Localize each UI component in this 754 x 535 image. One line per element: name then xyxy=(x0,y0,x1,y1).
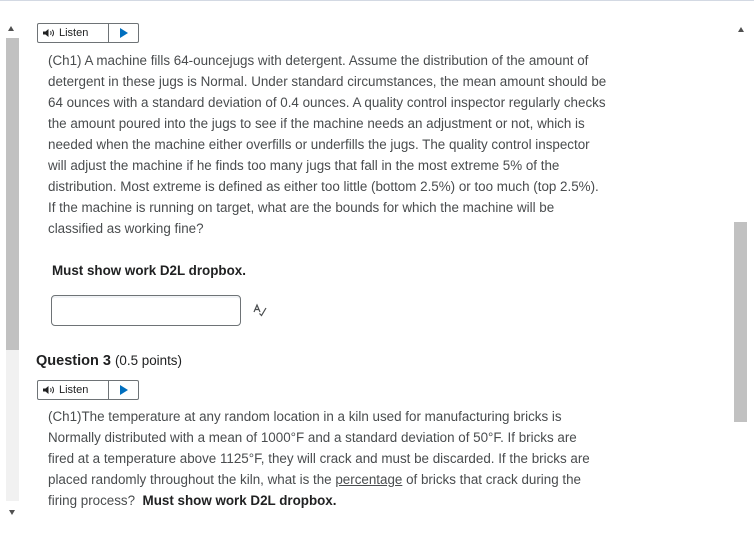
play-icon[interactable] xyxy=(119,385,128,395)
question-3-instruction: Must show work D2L dropbox. xyxy=(142,493,337,508)
speaker-icon xyxy=(43,29,54,37)
scrollbar-thumb[interactable] xyxy=(6,38,19,350)
listen-button[interactable]: Listen xyxy=(37,23,139,43)
left-scrollbar[interactable] xyxy=(0,20,20,515)
speaker-icon xyxy=(43,386,54,394)
question-2-text: (Ch1) A machine fills 64-ouncejugs with … xyxy=(48,53,607,236)
listen-label: Listen xyxy=(59,27,89,39)
top-divider xyxy=(0,0,754,1)
question-3-title: Question 3 xyxy=(36,353,111,369)
question-3-heading: Question 3 (0.5 points) xyxy=(36,353,182,369)
spellcheck-icon[interactable] xyxy=(253,303,267,317)
scrollbar-thumb[interactable] xyxy=(734,222,747,422)
question-3-body: (Ch1)The temperature at any random locat… xyxy=(48,406,596,511)
play-icon[interactable] xyxy=(119,28,128,38)
listen-button[interactable]: Listen xyxy=(37,380,139,400)
scroll-up-icon[interactable] xyxy=(738,27,744,32)
percentage-link[interactable]: percentage xyxy=(335,472,402,487)
right-scrollbar[interactable] xyxy=(732,20,752,520)
scroll-down-icon[interactable] xyxy=(9,510,15,515)
question-2-body: (Ch1) A machine fills 64-ouncejugs with … xyxy=(48,50,608,239)
listen-label: Listen xyxy=(59,384,89,396)
answer-input[interactable] xyxy=(51,295,241,326)
scroll-up-icon[interactable] xyxy=(8,26,14,31)
question-3-points: (0.5 points) xyxy=(114,353,182,368)
question-2-instruction: Must show work D2L dropbox. xyxy=(52,263,246,278)
